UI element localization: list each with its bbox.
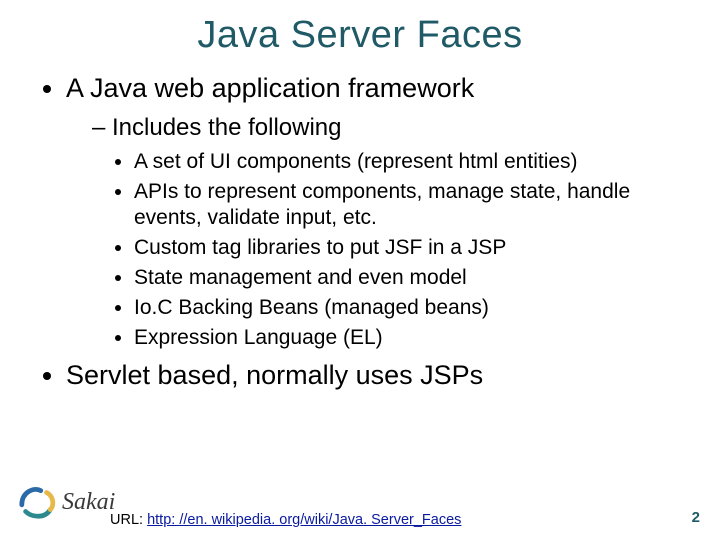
url-line: URL: http: //en. wikipedia. org/wiki/Jav… (110, 512, 461, 528)
bullet-item: Custom tag libraries to put JSF in a JSP (134, 235, 688, 262)
bullet-text: Servlet based, normally uses JSPs (66, 360, 483, 390)
bullet-item: APIs to represent components, manage sta… (134, 179, 688, 233)
bullet-text: Includes the following (112, 114, 341, 141)
bullet-text: Expression Language (EL) (134, 326, 383, 349)
bullet-list-level3: A set of UI components (represent html e… (92, 149, 688, 352)
logo-mark-icon (18, 483, 56, 521)
bullet-item: A Java web application framework Include… (66, 71, 688, 352)
logo-text: Sakai (62, 489, 115, 516)
slide-title: Java Server Faces (0, 0, 720, 57)
bullet-list-level1: A Java web application framework Include… (42, 71, 688, 392)
url-label: URL: (110, 512, 147, 528)
bullet-item: A set of UI components (represent html e… (134, 149, 688, 176)
bullet-item: Expression Language (EL) (134, 325, 688, 352)
slide-content: A Java web application framework Include… (0, 57, 720, 392)
bullet-text: State management and even model (134, 266, 467, 289)
slide: Java Server Faces A Java web application… (0, 0, 720, 540)
logo: Sakai (18, 483, 115, 521)
bullet-item: Servlet based, normally uses JSPs (66, 358, 688, 393)
bullet-item: Io.C Backing Beans (managed beans) (134, 295, 688, 322)
bullet-list-level2: Includes the following A set of UI compo… (66, 112, 688, 352)
url-link[interactable]: http: //en. wikipedia. org/wiki/Java. Se… (147, 512, 461, 528)
bullet-text: APIs to represent components, manage sta… (134, 180, 630, 230)
bullet-text: A set of UI components (represent html e… (134, 150, 578, 173)
bullet-item: State management and even model (134, 265, 688, 292)
bullet-text: Io.C Backing Beans (managed beans) (134, 296, 489, 319)
bullet-item: Includes the following (92, 112, 688, 143)
bullet-text: A Java web application framework (66, 73, 474, 103)
page-number: 2 (692, 509, 700, 526)
bullet-text: Custom tag libraries to put JSF in a JSP (134, 236, 506, 259)
